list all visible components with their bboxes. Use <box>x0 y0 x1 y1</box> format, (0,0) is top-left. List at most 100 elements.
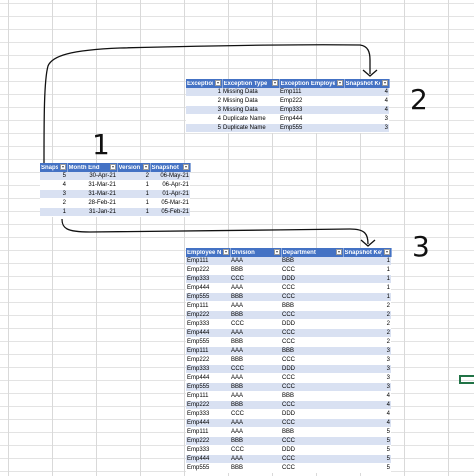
table-cell[interactable]: 4 <box>40 180 67 190</box>
table-cell[interactable]: 3 <box>343 346 391 356</box>
table-cell[interactable]: Emp333 <box>186 409 230 419</box>
filter-dropdown-icon[interactable] <box>383 249 390 255</box>
table-cell[interactable]: Emp444 <box>186 328 230 338</box>
selected-cell[interactable] <box>459 375 474 384</box>
table-cell[interactable]: BBB <box>281 391 343 401</box>
table-cell[interactable]: AAA <box>230 257 281 266</box>
table-cell[interactable]: 06-May-21 <box>150 172 190 181</box>
table-cell[interactable]: CCC <box>281 373 343 383</box>
table-cell[interactable]: Emp444 <box>186 283 230 293</box>
table-cell[interactable]: 2 <box>343 310 391 320</box>
table-cell[interactable]: 28-Feb-21 <box>67 198 117 208</box>
table-cell[interactable]: 1 <box>117 207 150 217</box>
table-cell[interactable]: 2 <box>117 172 150 181</box>
table-cell[interactable]: AAA <box>230 328 281 338</box>
table-cell[interactable]: Emp333 <box>186 319 230 329</box>
table-cell[interactable]: Emp222 <box>186 436 230 446</box>
filter-dropdown-icon[interactable] <box>335 249 342 255</box>
table-cell[interactable]: CCC <box>281 355 343 365</box>
table-cell[interactable]: Emp333 <box>186 274 230 284</box>
table-cell[interactable]: Emp555 <box>186 382 230 392</box>
table-cell[interactable]: CCC <box>281 328 343 338</box>
filter-dropdown-icon[interactable] <box>109 164 116 170</box>
table-cell[interactable]: 3 <box>343 382 391 392</box>
table-cell[interactable]: BBB <box>281 427 343 437</box>
table-cell[interactable]: Emp111 <box>186 257 230 266</box>
table-cell[interactable]: CCC <box>230 274 281 284</box>
table-cell[interactable]: BBB <box>281 257 343 266</box>
table-cell[interactable]: 1 <box>343 265 391 275</box>
table-cell[interactable]: 2 <box>343 301 391 311</box>
table-cell[interactable]: 5 <box>343 427 391 437</box>
table-cell[interactable]: Emp444 <box>186 454 230 464</box>
table-cell[interactable]: 5 <box>40 172 67 181</box>
table-cell[interactable]: 2 <box>343 328 391 338</box>
table-cell[interactable]: 4 <box>186 114 222 124</box>
table-cell[interactable]: 3 <box>40 189 67 199</box>
table-cell[interactable]: 4 <box>343 391 391 401</box>
table-cell[interactable]: 31-Mar-21 <box>67 180 117 190</box>
table-cell[interactable]: 1 <box>343 292 391 302</box>
table-cell[interactable]: 2 <box>343 319 391 329</box>
table-cell[interactable]: Emp222 <box>186 310 230 320</box>
exception-table-header-cell[interactable]: Exception Type <box>222 79 280 88</box>
table-cell[interactable]: BBB <box>230 292 281 302</box>
table-cell[interactable]: Emp444 <box>186 373 230 383</box>
table-cell[interactable]: DDD <box>281 409 343 419</box>
table-cell[interactable]: 1 <box>343 274 391 284</box>
table-cell[interactable]: Missing Data <box>222 96 279 106</box>
exception-table-header-cell[interactable]: Snapshot Key <box>344 79 390 88</box>
table-cell[interactable]: 3 <box>186 105 222 115</box>
table-cell[interactable]: Duplicate Name <box>222 114 279 124</box>
table-cell[interactable]: Emp111 <box>186 391 230 401</box>
table-cell[interactable]: 4 <box>344 96 389 106</box>
table-cell[interactable]: Emp222 <box>186 265 230 275</box>
table-cell[interactable]: 3 <box>343 364 391 374</box>
table-cell[interactable]: Emp444 <box>279 114 344 124</box>
filter-dropdown-icon[interactable] <box>271 80 278 86</box>
table-cell[interactable]: 2 <box>40 198 67 208</box>
table-cell[interactable]: Emp333 <box>186 445 230 455</box>
filter-dropdown-icon[interactable] <box>59 164 66 170</box>
employee-table-header-cell[interactable]: Division <box>230 248 282 257</box>
table-cell[interactable]: 31-Jan-21 <box>67 207 117 217</box>
table-cell[interactable]: 01-Apr-21 <box>150 189 190 199</box>
table-cell[interactable]: Emp111 <box>186 427 230 437</box>
table-cell[interactable]: AAA <box>230 454 281 464</box>
table-cell[interactable]: 1 <box>343 257 391 266</box>
filter-dropdown-icon[interactable] <box>214 80 221 86</box>
table-cell[interactable]: AAA <box>230 373 281 383</box>
table-cell[interactable]: DDD <box>281 364 343 374</box>
filter-dropdown-icon[interactable] <box>142 164 149 170</box>
filter-dropdown-icon[interactable] <box>336 80 343 86</box>
exception-table-header-cell[interactable]: Exception ID <box>186 79 223 88</box>
table-cell[interactable]: DDD <box>281 319 343 329</box>
table-cell[interactable]: Emp444 <box>186 418 230 428</box>
table-cell[interactable]: 5 <box>343 436 391 446</box>
table-cell[interactable]: 2 <box>343 337 391 347</box>
table-cell[interactable]: Emp222 <box>186 400 230 410</box>
table-cell[interactable]: CCC <box>230 409 281 419</box>
table-cell[interactable]: CCC <box>230 445 281 455</box>
table-cell[interactable]: 06-Apr-21 <box>150 180 190 190</box>
table-cell[interactable]: 5 <box>343 445 391 455</box>
table-cell[interactable]: CCC <box>281 310 343 320</box>
table-cell[interactable]: Emp555 <box>186 292 230 302</box>
table-cell[interactable]: 5 <box>343 463 391 473</box>
exception-table-header-cell[interactable]: Exception Employee <box>279 79 345 88</box>
table-cell[interactable]: CCC <box>281 337 343 347</box>
table-cell[interactable]: CCC <box>281 418 343 428</box>
table-cell[interactable]: BBB <box>230 337 281 347</box>
table-cell[interactable]: BBB <box>281 346 343 356</box>
table-cell[interactable]: 1 <box>186 88 222 97</box>
table-cell[interactable]: AAA <box>230 346 281 356</box>
table-cell[interactable]: 4 <box>344 105 389 115</box>
employee-table-header-cell[interactable]: Employee N <box>186 248 231 257</box>
table-cell[interactable]: 1 <box>117 189 150 199</box>
table-cell[interactable]: Emp333 <box>279 105 344 115</box>
table-cell[interactable]: 05-Mar-21 <box>150 198 190 208</box>
table-cell[interactable]: 1 <box>343 283 391 293</box>
table-cell[interactable]: CCC <box>281 265 343 275</box>
table-cell[interactable]: Emp555 <box>186 463 230 473</box>
table-cell[interactable]: BBB <box>230 355 281 365</box>
